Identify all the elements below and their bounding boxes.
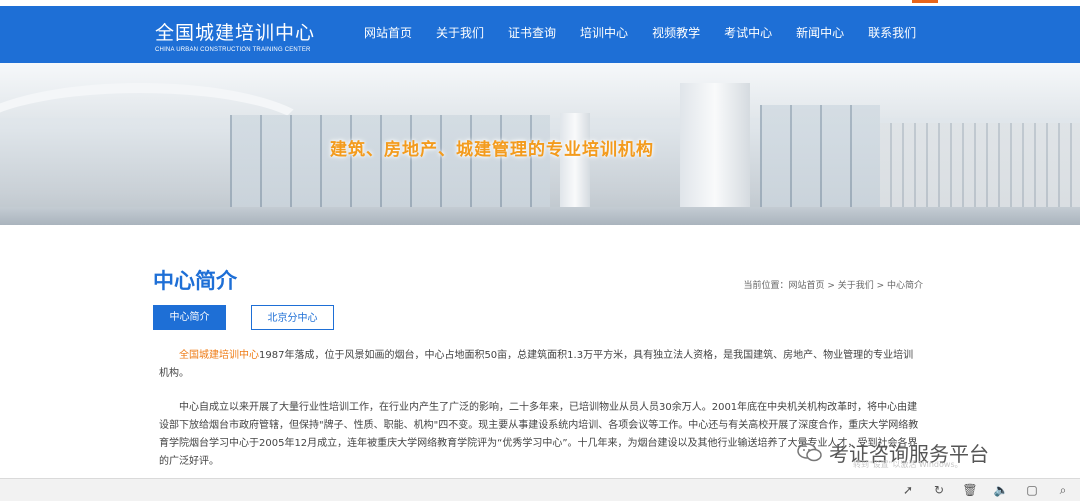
tab-center-intro[interactable]: 中心简介 — [153, 305, 226, 330]
site-logo[interactable]: 全国城建培训中心 CHINA URBAN CONSTRUCTION TRAINI… — [155, 18, 315, 53]
navbar: 全国城建培训中心 CHINA URBAN CONSTRUCTION TRAINI… — [0, 6, 1080, 63]
nav-home[interactable]: 网站首页 — [364, 24, 412, 41]
main-nav: 网站首页 关于我们 证书查询 培训中心 视频教学 考试中心 新闻中心 联系我们 — [352, 24, 928, 41]
intro-paragraph-1: 全国城建培训中心1987年落成，位于风景如画的烟台，中心占地面积50亩，总建筑面… — [159, 350, 914, 379]
rocket-icon[interactable]: ➚ — [899, 481, 917, 499]
wechat-icon — [797, 442, 822, 461]
nav-training[interactable]: 培训中心 — [580, 24, 628, 41]
browser-bottom-bar: ➚ ↻ 🗑 🔈 ▢ ⌕ — [0, 478, 1080, 501]
nav-exam[interactable]: 考试中心 — [724, 24, 772, 41]
logo-text-en: CHINA URBAN CONSTRUCTION TRAINING CENTER — [155, 47, 311, 53]
nav-contact[interactable]: 联系我们 — [868, 24, 916, 41]
logo-text-cn: 全国城建培训中心 — [155, 22, 316, 44]
nav-certificate[interactable]: 证书查询 — [508, 24, 556, 41]
tab-bar: 中心简介 北京分中心 — [153, 305, 334, 330]
breadcrumb: 当前位置：网站首页 > 关于我们 > 中心简介 — [743, 281, 923, 291]
refresh-icon[interactable]: ↻ — [930, 481, 948, 499]
hero-banner: 建筑、房地产、城建管理的专业培训机构 — [0, 63, 1080, 225]
nav-news[interactable]: 新闻中心 — [796, 24, 844, 41]
center-name-link[interactable]: 全国城建培训中心 — [179, 350, 259, 361]
windows-activation-hint: 转到"设置"以激活 Windows。 — [853, 460, 963, 469]
window-icon[interactable]: ▢ — [1023, 481, 1041, 499]
nav-about[interactable]: 关于我们 — [436, 24, 484, 41]
banner-slogan: 建筑、房地产、城建管理的专业培训机构 — [330, 140, 654, 160]
speaker-icon[interactable]: 🔈 — [992, 481, 1010, 499]
tab-beijing-branch[interactable]: 北京分中心 — [251, 305, 334, 330]
page-title: 中心简介 — [153, 269, 237, 293]
nav-video[interactable]: 视频教学 — [652, 24, 700, 41]
top-accent — [912, 0, 938, 3]
trash-icon[interactable]: 🗑 — [961, 481, 979, 499]
search-icon[interactable]: ⌕ — [1054, 481, 1072, 499]
